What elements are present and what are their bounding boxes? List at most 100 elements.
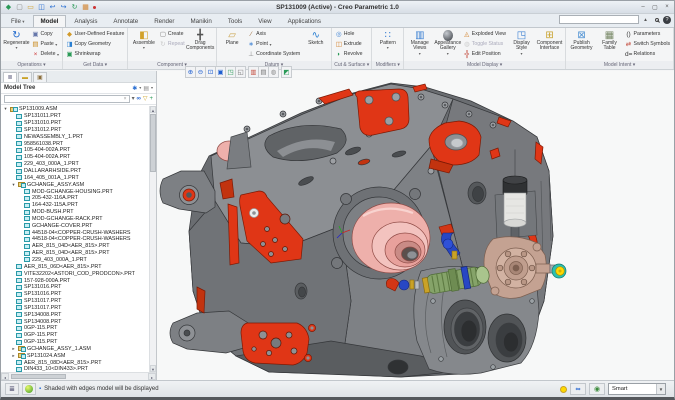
chevron-down-icon[interactable]: ▾ bbox=[139, 85, 141, 92]
tree-expander-icon[interactable]: ▾ bbox=[11, 182, 16, 188]
add-filter-icon[interactable]: + bbox=[149, 95, 153, 103]
tab-manikin[interactable]: Manikin bbox=[183, 15, 220, 27]
redo-icon[interactable]: ↪ bbox=[59, 4, 68, 11]
ribbon-group-label-modifiers[interactable]: Modifiers ▾ bbox=[372, 61, 403, 69]
tree-filter-input[interactable]: × bbox=[4, 95, 130, 103]
ribbon-regenerate-button[interactable]: ↻Regenerate▾ bbox=[3, 29, 30, 51]
tab-annotate[interactable]: Annotate bbox=[105, 15, 146, 27]
screen-capture-button[interactable]: ◉ bbox=[589, 383, 605, 395]
tree-expander-icon[interactable]: ▸ bbox=[11, 353, 16, 359]
tree-item-mod-gchange-housing-prt[interactable]: MOD-GCHANGE-HOUSING.PRT bbox=[1, 188, 156, 195]
search-button[interactable] bbox=[652, 15, 661, 24]
favorites-tab[interactable]: ▣ bbox=[33, 72, 47, 82]
ribbon-point-button[interactable]: ∗Point▾ bbox=[247, 39, 302, 49]
tree-columns-icon[interactable]: ▤ bbox=[143, 85, 149, 92]
ribbon-group-label-cut-surface[interactable]: Cut & Surface ▾ bbox=[332, 61, 371, 69]
tree-item-sp134008-prt[interactable]: SP134008.PRT bbox=[1, 318, 156, 325]
ribbon-switch-symbols-button[interactable]: ⇄Switch Symbols bbox=[624, 39, 671, 49]
tree-item-aer-815-08d-aer-815-prt[interactable]: AER_815_08D<AER_815>.PRT bbox=[1, 359, 156, 366]
save-icon[interactable]: ◫ bbox=[37, 4, 46, 11]
folder-browser-tab[interactable]: ▬ bbox=[18, 72, 32, 82]
ribbon-create-button[interactable]: ▢Create bbox=[158, 29, 185, 39]
tree-item-0gp-115-prt[interactable]: 0GP-115.PRT bbox=[1, 332, 156, 339]
app-icon[interactable]: ◆ bbox=[4, 4, 13, 11]
perspective-view-button[interactable]: ◩ bbox=[281, 66, 292, 78]
tree-item-105-404-002a-prt[interactable]: 105-404-002A.PRT bbox=[1, 147, 156, 154]
scroll-right-icon[interactable]: ▸ bbox=[148, 373, 156, 380]
ribbon-toggle-status-button[interactable]: ◍Toggle Status bbox=[462, 39, 507, 49]
tree-horizontal-scrollbar[interactable]: ◂ ▸ bbox=[1, 372, 156, 380]
minimize-button[interactable]: – bbox=[639, 4, 647, 11]
find-in-model-button[interactable]: ∞ bbox=[570, 383, 586, 395]
tree-settings-icon[interactable]: ✱ bbox=[132, 85, 137, 92]
ribbon-assemble-button[interactable]: ◧Assemble▾ bbox=[130, 29, 157, 51]
ribbon-edit-position-button[interactable]: ╬Edit Position bbox=[462, 49, 507, 59]
tree-item-gchange-assy-1-asm[interactable]: ▸GCHANGE_ASSY_1.ASM bbox=[1, 346, 156, 353]
scroll-down-icon[interactable]: ▼ bbox=[150, 365, 156, 372]
tree-item-vite32202-astori-cod-prodcon-prt[interactable]: VITE32202<ASTORI_COD_PRODCON>.PRT bbox=[1, 270, 156, 277]
tree-item-aer-815-04d-aer-815-prt[interactable]: AER_815_04D<AER_815>.PRT bbox=[1, 250, 156, 257]
selection-filter-dropdown[interactable]: Smart ▼ bbox=[608, 383, 666, 395]
ribbon-copy-button[interactable]: ▣Copy bbox=[31, 29, 60, 39]
ribbon-sketch-button[interactable]: ∿Sketch bbox=[302, 29, 329, 46]
tree-item-sp134008-prt[interactable]: SP134008.PRT bbox=[1, 311, 156, 318]
graphics-area[interactable]: ⊕⊖⊡▣◳◱▥▤◍◩ bbox=[157, 71, 674, 380]
regenerate-icon[interactable]: ↻ bbox=[70, 4, 79, 11]
ribbon-coordinate-system-button[interactable]: ⊥Coordinate System bbox=[247, 49, 302, 59]
filter-icon[interactable]: ▽ bbox=[143, 95, 148, 103]
scrollbar-thumb[interactable] bbox=[11, 374, 66, 379]
tree-item-229-403-000a-1-prt[interactable]: 229_403_000A_1.PRT bbox=[1, 257, 156, 264]
tree-item-0gp-115-prt[interactable]: 0GP-115.PRT bbox=[1, 339, 156, 346]
windows-icon[interactable]: ▦ bbox=[81, 4, 90, 11]
tab-view[interactable]: View bbox=[250, 15, 279, 27]
ribbon-group-label-model-display[interactable]: Model Display ▾ bbox=[404, 61, 565, 69]
tree-item-sp131012-prt[interactable]: SP131012.PRT bbox=[1, 127, 156, 134]
model-part-sensor[interactable] bbox=[552, 264, 566, 278]
ribbon-minimize-button[interactable]: ▴ bbox=[641, 15, 650, 24]
ribbon-plane-button[interactable]: ▱Plane bbox=[219, 29, 246, 46]
tree-item-aer-815-04d-aer-815-prt[interactable]: AER_815_04D<AER_815>.PRT bbox=[1, 243, 156, 250]
filter-dropdown-icon[interactable]: ▾ bbox=[132, 95, 135, 103]
ribbon-delete-button[interactable]: ×Delete▾ bbox=[31, 49, 60, 59]
model-3d-view[interactable] bbox=[157, 71, 675, 384]
tree-item-205-432-116a-prt[interactable]: 205-432-116A.PRT bbox=[1, 195, 156, 202]
ribbon-family-table-button[interactable]: ▦Family Table bbox=[596, 29, 623, 52]
clear-filter-icon[interactable]: × bbox=[124, 96, 127, 102]
ribbon-repeat-button[interactable]: ↻Repeat bbox=[158, 39, 185, 49]
tree-item-0gp-115-prt[interactable]: 0GP-115.PRT bbox=[1, 325, 156, 332]
ribbon-publish-geometry-button[interactable]: ⊠Publish Geometry bbox=[568, 29, 595, 52]
tab-render[interactable]: Render bbox=[146, 15, 182, 27]
tree-item-mod-gchange-rack-prt[interactable]: MOD-GCHANGE-RACK.PRT bbox=[1, 216, 156, 223]
ribbon-exploded-view-button[interactable]: ◬Exploded View bbox=[462, 29, 507, 39]
tree-item-gchange-assy-asm[interactable]: ▾GCHANGE_ASSY.ASM bbox=[1, 181, 156, 188]
ribbon-extrude-button[interactable]: ◫Extrude bbox=[334, 39, 363, 49]
ribbon-appearance-gallery-button[interactable]: Appearance Gallery▾ bbox=[434, 29, 461, 56]
tree-item-sp131017-prt[interactable]: SP131017.PRT bbox=[1, 304, 156, 311]
tree-expander-icon[interactable]: ▸ bbox=[11, 346, 16, 352]
scroll-up-icon[interactable]: ▲ bbox=[150, 106, 156, 113]
tree-item-aer-815-06d-aer-815-prt[interactable]: AER_815_06D<AER_815>.PRT bbox=[1, 263, 156, 270]
tree-item-229-403-000a-1-prt[interactable]: 229_403_000A_1.PRT bbox=[1, 161, 156, 168]
tab-analysis[interactable]: Analysis bbox=[66, 15, 105, 27]
tab-applications[interactable]: Applications bbox=[280, 15, 329, 27]
ribbon-parameters-button[interactable]: ()Parameters bbox=[624, 29, 671, 39]
maximize-button[interactable]: ▢ bbox=[651, 4, 659, 11]
tree-item-44518-04-copper-crush-washers[interactable]: 44518-04<COPPER-CRUSH-WASHERS bbox=[1, 229, 156, 236]
datum-display-toggle-button[interactable] bbox=[22, 383, 36, 395]
tab-model[interactable]: Model bbox=[33, 15, 67, 27]
tree-item-sp131016-prt[interactable]: SP131016.PRT bbox=[1, 284, 156, 291]
scrollbar-thumb[interactable] bbox=[150, 114, 156, 172]
model-tree-toggle-button[interactable]: ≣ bbox=[5, 383, 19, 395]
ribbon-group-label-operations[interactable]: Operations ▾ bbox=[1, 61, 62, 69]
tree-item-sp131011-prt[interactable]: SP131011.PRT bbox=[1, 113, 156, 120]
chevron-down-icon[interactable]: ▾ bbox=[151, 85, 153, 92]
tree-item-105-404-002a-prt[interactable]: 105-404-002A.PRT bbox=[1, 154, 156, 161]
ribbon-paste-button[interactable]: ▤Paste▾ bbox=[31, 39, 60, 49]
tree-item-958561038-prt[interactable]: 958561038.PRT bbox=[1, 140, 156, 147]
tab-tools[interactable]: Tools bbox=[220, 15, 250, 27]
close-button[interactable]: × bbox=[663, 4, 671, 11]
tree-item-164-405-001a-1-prt[interactable]: 164_405_001A_1.PRT bbox=[1, 174, 156, 181]
tree-item-sp131009-asm[interactable]: ▾SP131009.ASM bbox=[1, 106, 156, 113]
ribbon-component-interface-button[interactable]: ⊞Component Interface bbox=[536, 29, 563, 52]
tree-vertical-scrollbar[interactable]: ▲ ▼ bbox=[149, 106, 156, 372]
